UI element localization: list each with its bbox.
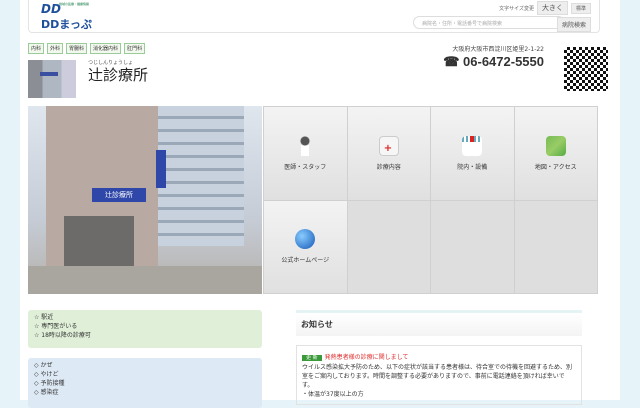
- clinic-phone: ☎ 06-6472-5550: [443, 54, 544, 69]
- symptom-item[interactable]: ◇ 感染症: [34, 388, 256, 397]
- doctor-icon: [295, 135, 316, 156]
- symptom-item[interactable]: ◇ やけど: [34, 370, 256, 379]
- feature-item: ☆ 専門医がいる: [34, 323, 78, 330]
- hospital-icon: [462, 135, 483, 156]
- department-tag: 消化器内科: [90, 43, 122, 54]
- font-large-button[interactable]: 大きく: [536, 1, 568, 15]
- map-icon: [545, 135, 566, 156]
- clinic-address: 大阪府大阪市西淀川区姫里2-1-22: [452, 46, 544, 53]
- notice-body: ウイルス感染拡大予防のため、以下の症状が該当する患者様は、待合室での待機を回避す…: [302, 364, 573, 389]
- site-logo[interactable]: 地域の医療・健康情報 DD DDまっぷ: [41, 2, 92, 32]
- department-tag: 肛門科: [124, 43, 146, 54]
- menu-tile-services[interactable]: 診療内容: [347, 107, 430, 200]
- notice-headline[interactable]: 発熱患者様の診療に関しまして: [325, 354, 409, 361]
- menu-tile-staff[interactable]: 医師・スタッフ: [264, 107, 347, 200]
- search-button[interactable]: 病院検索: [556, 17, 591, 32]
- menu-tile-facility[interactable]: 院内・設備: [431, 107, 514, 200]
- notice-title: お知らせ: [296, 310, 582, 336]
- symptom-item[interactable]: ◇ 予防接種: [34, 379, 256, 388]
- department-tag: 胃腸科: [66, 43, 88, 54]
- font-size-label: 文字サイズ変更: [499, 5, 534, 12]
- department-tag: 外科: [47, 43, 64, 54]
- phone-icon: ☎: [443, 54, 460, 69]
- department-tag: 内科: [28, 43, 45, 54]
- site-header: 地域の医療・健康情報 DD DDまっぷ 文字サイズ変更 大きく 標準 病院名・住所・…: [28, 0, 600, 33]
- menu-tile-homepage[interactable]: 公式ホームページ: [264, 200, 347, 293]
- clinic-sign: 辻診療所: [92, 188, 146, 202]
- globe-icon: [295, 229, 316, 250]
- font-standard-button[interactable]: 標準: [570, 2, 591, 14]
- font-size-switcher: 文字サイズ変更 大きく 標準: [499, 1, 591, 15]
- medical-kit-icon: [378, 135, 399, 156]
- department-tags: 内科 外科 胃腸科 消化器内科 肛門科: [28, 43, 146, 54]
- feature-item: ☆ 駅近: [34, 314, 54, 321]
- search-input[interactable]: 病院名・住所・電話番号で病院検索: [413, 16, 565, 29]
- menu-grid: 医師・スタッフ 診療内容 院内・設備 地図・アクセス 公式ホームページ: [263, 106, 598, 294]
- clinic-name: 辻診療所: [88, 66, 149, 84]
- update-badge: 更 新: [302, 355, 322, 361]
- symptoms-box: ◇ かぜ ◇ やけど ◇ 予防接種 ◇ 感染症: [28, 358, 262, 408]
- qr-code: [562, 45, 610, 93]
- menu-tile-access[interactable]: 地図・アクセス: [514, 107, 597, 200]
- clinic-thumbnail: [28, 60, 76, 98]
- features-box: ☆ 駅近 ☆ 専門医がいる ☆ 18時以降の診療可: [28, 310, 262, 348]
- clinic-photo: 辻診療所: [28, 106, 262, 294]
- notice-bullet: ・体温が37度以上の方: [302, 391, 364, 398]
- symptom-item[interactable]: ◇ かぜ: [34, 361, 256, 370]
- notice-box: 更 新発熱患者様の診療に関しまして ウイルス感染拡大予防のため、以下の症状が該当…: [296, 345, 582, 405]
- feature-item: ☆ 18時以降の診療可: [34, 332, 91, 339]
- page: 地域の医療・健康情報 DD DDまっぷ 文字サイズ変更 大きく 標準 病院名・住所・…: [20, 0, 620, 408]
